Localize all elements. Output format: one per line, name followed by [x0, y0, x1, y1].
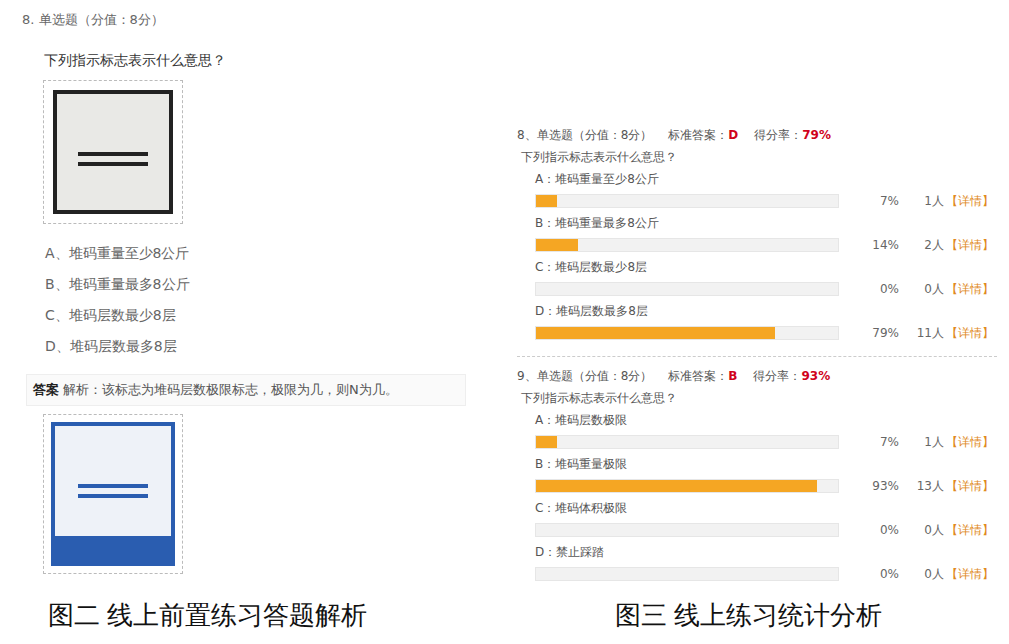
option-label: D：禁止踩踏: [535, 543, 997, 561]
option-count: 2人: [899, 237, 944, 254]
option-percent: 7%: [839, 194, 899, 208]
score-rate: 79%: [802, 128, 831, 142]
option-percent: 7%: [839, 435, 899, 449]
option-label: C：堆码层数最少8层: [535, 258, 997, 276]
bar-fill: [536, 436, 557, 448]
detail-link[interactable]: 【详情】: [946, 281, 994, 298]
option-percent: 93%: [839, 479, 899, 493]
bar-track: [535, 326, 839, 340]
figure-caption: 图三 线上练习统计分析: [515, 596, 1009, 644]
option-row: 7%1人【详情】: [535, 188, 997, 214]
option[interactable]: C、堆码层数最少8层: [45, 300, 515, 331]
score-rate: 93%: [801, 369, 830, 383]
detail-link[interactable]: 【详情】: [946, 193, 994, 210]
question-header: 9、单选题（分值：8分） 标准答案：B 得分率：93%: [517, 367, 997, 385]
option-stat: D：堆码层数最多8层79%11人【详情】: [517, 302, 997, 346]
detail-link[interactable]: 【详情】: [946, 478, 994, 495]
option-percent: 0%: [839, 567, 899, 581]
question-stats: 8、单选题（分值：8分）标准答案：D得分率：79%下列指示标志表示什么意思？A：…: [517, 126, 997, 350]
bar-track: [535, 435, 839, 449]
detail-link[interactable]: 【详情】: [946, 522, 994, 539]
option[interactable]: D、堆码层数最多8层: [45, 331, 515, 362]
stack-limit-sign-icon: [51, 422, 175, 566]
option-row: 79%11人【详情】: [535, 320, 997, 346]
option-label: D：堆码层数最多8层: [535, 302, 997, 320]
option-percent: 14%: [839, 238, 899, 252]
option-row: 93%13人【详情】: [535, 473, 997, 499]
question-title: 8、单选题（分值：8分）: [517, 128, 652, 142]
stack-limit-sign-icon: [53, 90, 173, 214]
analysis-text: 解析：该标志为堆码层数极限标志，极限为几，则N为几。: [63, 382, 398, 397]
standard-answer: B: [728, 369, 737, 383]
question-header: 8、单选题（分值：8分） 标准答案：D 得分率：79%: [517, 126, 997, 144]
answer-label: 答案: [33, 382, 59, 397]
answer-label: 标准答案：: [668, 128, 728, 142]
question-stats: 9、单选题（分值：8分）标准答案：B得分率：93%下列指示标志表示什么意思？A：…: [517, 356, 997, 591]
answer-analysis: 答案解析：该标志为堆码层数极限标志，极限为几，则N为几。: [26, 374, 466, 406]
option-stat: C：堆码体积极限0%0人【详情】: [517, 499, 997, 543]
option-count: 13人: [899, 478, 944, 495]
detail-link[interactable]: 【详情】: [946, 434, 994, 451]
option-row: 0%0人【详情】: [535, 517, 997, 543]
option-count: 11人: [899, 325, 944, 342]
option-stat: A：堆码重量至少8公斤7%1人【详情】: [517, 170, 997, 214]
bar-fill: [536, 195, 557, 207]
option-row: 0%0人【详情】: [535, 276, 997, 302]
option-count: 0人: [899, 566, 944, 583]
bar-track: [535, 523, 839, 537]
bar-fill: [536, 239, 578, 251]
bar-track: [535, 238, 839, 252]
sign-photo: [43, 80, 183, 224]
practice-panel: 8. 单选题（分值：8分） 下列指示标志表示什么意思？ A、堆码重量至少8公斤B、堆…: [0, 0, 515, 596]
option-count: 1人: [899, 193, 944, 210]
detail-link[interactable]: 【详情】: [946, 566, 994, 583]
bar-track: [535, 567, 839, 581]
option-label: B：堆码重量极限: [535, 455, 997, 473]
bar-fill: [536, 480, 817, 492]
answer-label: 标准答案：: [668, 369, 728, 383]
option-label: A：堆码重量至少8公斤: [535, 170, 997, 188]
option-row: 0%0人【详情】: [535, 561, 997, 587]
standard-answer: D: [728, 128, 738, 142]
question-text: 下列指示标志表示什么意思？: [521, 389, 997, 407]
question-title: 9、单选题（分值：8分）: [517, 369, 652, 383]
question-text: 下列指示标志表示什么意思？: [521, 148, 997, 166]
bar-track: [535, 479, 839, 493]
figure-caption: 图二 线上前置练习答题解析: [0, 596, 515, 644]
option-label: B：堆码重量最多8公斤: [535, 214, 997, 232]
option-row: 7%1人【详情】: [535, 429, 997, 455]
bar-track: [535, 282, 839, 296]
rate-label: 得分率：: [754, 128, 802, 142]
option-stat: B：堆码重量最多8公斤14%2人【详情】: [517, 214, 997, 258]
option[interactable]: A、堆码重量至少8公斤: [45, 238, 515, 269]
detail-link[interactable]: 【详情】: [946, 237, 994, 254]
rate-label: 得分率：: [753, 369, 801, 383]
sign-photo: [43, 414, 183, 574]
option-count: 0人: [899, 281, 944, 298]
option-label: A：堆码层数极限: [535, 411, 997, 429]
option-percent: 0%: [839, 282, 899, 296]
option-list: A、堆码重量至少8公斤B、堆码重量最多8公斤C、堆码层数最少8层D、堆码层数最多…: [45, 238, 515, 362]
question-header: 8. 单选题（分值：8分）: [22, 10, 515, 30]
option[interactable]: B、堆码重量最多8公斤: [45, 269, 515, 300]
detail-link[interactable]: 【详情】: [946, 325, 994, 342]
option-percent: 79%: [839, 326, 899, 340]
statistics-panel: 8、单选题（分值：8分）标准答案：D得分率：79%下列指示标志表示什么意思？A：…: [515, 0, 1009, 596]
page: 8. 单选题（分值：8分） 下列指示标志表示什么意思？ A、堆码重量至少8公斤B、堆…: [0, 0, 1009, 644]
option-stat: A：堆码层数极限7%1人【详情】: [517, 411, 997, 455]
option-label: C：堆码体积极限: [535, 499, 997, 517]
option-stat: D：禁止踩踏0%0人【详情】: [517, 543, 997, 587]
bar-track: [535, 194, 839, 208]
option-stat: C：堆码层数最少8层0%0人【详情】: [517, 258, 997, 302]
question-text: 下列指示标志表示什么意思？: [44, 50, 515, 70]
option-row: 14%2人【详情】: [535, 232, 997, 258]
bar-fill: [536, 327, 775, 339]
option-stat: B：堆码重量极限93%13人【详情】: [517, 455, 997, 499]
option-count: 1人: [899, 434, 944, 451]
option-count: 0人: [899, 522, 944, 539]
option-percent: 0%: [839, 523, 899, 537]
